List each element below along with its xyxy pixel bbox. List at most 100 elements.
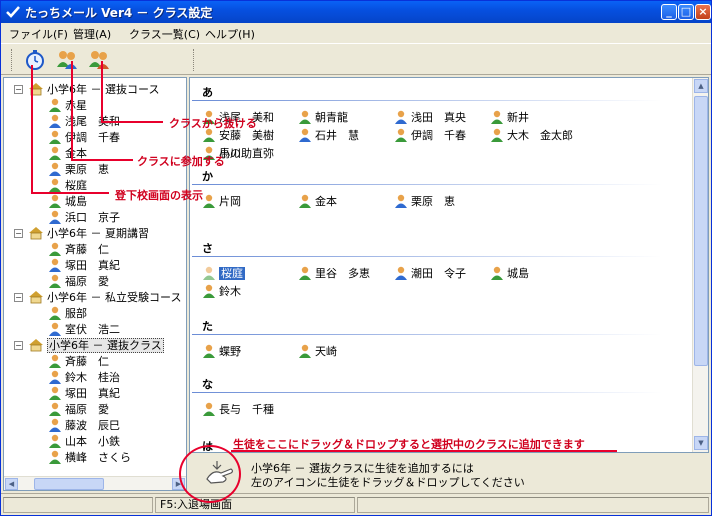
tree-student-label: 伊調 千春 <box>65 131 120 144</box>
student-item[interactable]: 城島 <box>490 266 529 282</box>
student-item[interactable]: 浅田 真央 <box>394 110 466 126</box>
student-item[interactable]: 長与 千種 <box>202 402 274 418</box>
status-cell-1 <box>3 497 153 513</box>
student-item[interactable]: 潮田 令子 <box>394 266 466 282</box>
student-item[interactable]: 天崎 <box>298 344 337 360</box>
tree-student-label: 福原 愛 <box>65 275 109 288</box>
student-item[interactable]: 新井 <box>490 110 529 126</box>
student-icon <box>48 274 62 288</box>
annotation-leave-class: クラスから抜ける <box>169 117 257 130</box>
student-item[interactable]: 金本 <box>298 194 337 210</box>
menu-class-list[interactable]: クラス一覧(C) <box>129 26 200 42</box>
toolbar <box>1 43 711 75</box>
tree-collapse-icon[interactable]: − <box>14 293 23 302</box>
maximize-button[interactable]: □ <box>678 4 694 20</box>
student-item[interactable]: 朝青龍 <box>298 110 348 126</box>
student-name: 石井 慧 <box>315 129 359 142</box>
scroll-left-arrow-icon[interactable]: ◀ <box>5 478 18 490</box>
tree-student-node[interactable]: 福原 愛 <box>48 274 109 290</box>
tree-student-label: 横峰 さくら <box>65 451 131 464</box>
minimize-button[interactable]: _ <box>661 4 677 20</box>
tree-student-node[interactable]: 栗原 恵 <box>48 162 109 178</box>
tree-class-node[interactable]: − 小学6年 － 選抜コース <box>14 82 159 98</box>
tree-student-node[interactable]: 斉藤 仁 <box>48 242 109 258</box>
tree-collapse-icon[interactable]: − <box>14 341 23 350</box>
student-name: 蝶野 <box>219 345 241 358</box>
annotation-leave-line-horizontal <box>101 121 163 123</box>
tree-class-node[interactable]: − 小学6年 － 夏期講習 <box>14 226 149 242</box>
join-class-button[interactable] <box>55 49 79 71</box>
student-name: 潮田 令子 <box>411 267 466 280</box>
close-button[interactable]: × <box>695 4 711 20</box>
menu-bar: ファイル(F) 管理(A) クラス一覧(C) ヘルプ(H) <box>1 23 711 43</box>
student-item[interactable]: 石井 慧 <box>298 128 359 144</box>
attendance-screen-button[interactable] <box>23 49 47 71</box>
menu-admin[interactable]: 管理(A) <box>73 26 111 42</box>
tree-student-node[interactable]: 塚田 真紀 <box>48 386 120 402</box>
tree-student-node[interactable]: 横峰 さくら <box>48 450 131 466</box>
tree-class-node[interactable]: − 小学6年 － 私立受験コース <box>14 290 181 306</box>
student-list-pane[interactable]: あ浅尾 美和 朝青龍 浅田 真央 新井 安藤 美樹 石井 慧伊調 千春 大木 金太郎 小川 直… <box>189 77 709 453</box>
student-item[interactable]: 大木 金太郎 <box>490 128 573 144</box>
student-item[interactable]: 栗原 恵 <box>394 194 455 210</box>
drop-target-area[interactable]: 小学6年 － 選抜クラスに生徒を追加するには 左のアイコンに生徒をドラッグ＆ドロ… <box>189 453 709 491</box>
tree-collapse-icon[interactable]: − <box>14 229 23 238</box>
student-item[interactable]: 片岡 <box>202 194 241 210</box>
student-item[interactable]: 伊調 千春 <box>394 128 466 144</box>
tree-student-node[interactable]: 伊調 千春 <box>48 130 120 146</box>
tree-student-node[interactable]: 赤星 <box>48 98 87 114</box>
section-heading: た <box>202 320 213 333</box>
annotation-attendance-line-vertical <box>31 65 33 194</box>
tree-student-node[interactable]: 浜口 京子 <box>48 210 120 226</box>
annotation-attendance-line-horizontal <box>31 192 109 194</box>
student-icon <box>394 194 408 208</box>
student-name: 金本 <box>315 195 337 208</box>
student-icon <box>202 194 216 208</box>
join-class-icon <box>57 51 77 69</box>
menu-help[interactable]: ヘルプ(H) <box>205 26 255 42</box>
tree-student-node[interactable]: 山本 小鉄 <box>48 434 120 450</box>
scroll-thumb[interactable] <box>34 478 104 490</box>
tree-horizontal-scrollbar[interactable]: ◀ ▶ <box>4 476 186 490</box>
student-item[interactable]: 里谷 多恵 <box>298 266 370 282</box>
tree-student-node[interactable]: 服部 <box>48 306 87 322</box>
student-icon <box>48 386 62 400</box>
scroll-up-arrow-icon[interactable]: ▲ <box>694 79 708 93</box>
student-icon <box>394 128 408 142</box>
student-name: 桜庭 <box>219 267 245 280</box>
student-icon <box>48 306 62 320</box>
tree-student-node[interactable]: 鈴木 桂治 <box>48 370 120 386</box>
tree-student-node[interactable]: 斉藤 仁 <box>48 354 109 370</box>
menu-file[interactable]: ファイル(F) <box>9 26 68 42</box>
tree-student-node[interactable]: 塚田 真紀 <box>48 258 120 274</box>
tree-student-node[interactable]: 室伏 浩二 <box>48 322 120 338</box>
section-divider <box>192 392 662 393</box>
leave-class-button[interactable] <box>87 49 111 71</box>
student-item[interactable]: 桜庭 <box>202 266 245 282</box>
student-item[interactable]: 鈴木 <box>202 284 241 300</box>
class-settings-window: たっちメール Ver4 － クラス設定 _ □ × ファイル(F) 管理(A) … <box>0 0 712 516</box>
scroll-down-arrow-icon[interactable]: ▼ <box>694 436 708 450</box>
tree-student-node[interactable]: 福原 愛 <box>48 402 109 418</box>
section-divider <box>192 334 662 335</box>
student-name: 天崎 <box>315 345 337 358</box>
student-name: 鈴木 <box>219 285 241 298</box>
tree-class-node[interactable]: − 小学6年 － 選抜クラス <box>14 338 164 354</box>
title-bar[interactable]: たっちメール Ver4 － クラス設定 _ □ × <box>1 1 711 23</box>
annotation-attendance-screen: 登下校画面の表示 <box>115 189 203 202</box>
tree-student-node[interactable]: 城島 <box>48 194 87 210</box>
status-cell-f5: F5:入退場画面 <box>155 497 355 513</box>
scroll-thumb[interactable] <box>694 96 708 366</box>
tree-collapse-icon[interactable]: − <box>14 85 23 94</box>
student-item[interactable]: 蝶野 <box>202 344 241 360</box>
tree-student-node[interactable]: 藤波 辰巳 <box>48 418 120 434</box>
student-icon <box>394 266 408 280</box>
student-icon <box>490 110 504 124</box>
student-icon <box>48 210 62 224</box>
drop-instruction-line2: 左のアイコンに生徒をドラッグ＆ドロップしてください <box>251 476 525 489</box>
tree-student-label: 服部 <box>65 307 87 320</box>
leave-class-icon <box>89 51 109 69</box>
student-vertical-scrollbar[interactable]: ▲ ▼ <box>692 78 708 452</box>
annotation-join-line-vertical <box>71 61 73 161</box>
tree-student-label: 栗原 恵 <box>65 163 109 176</box>
